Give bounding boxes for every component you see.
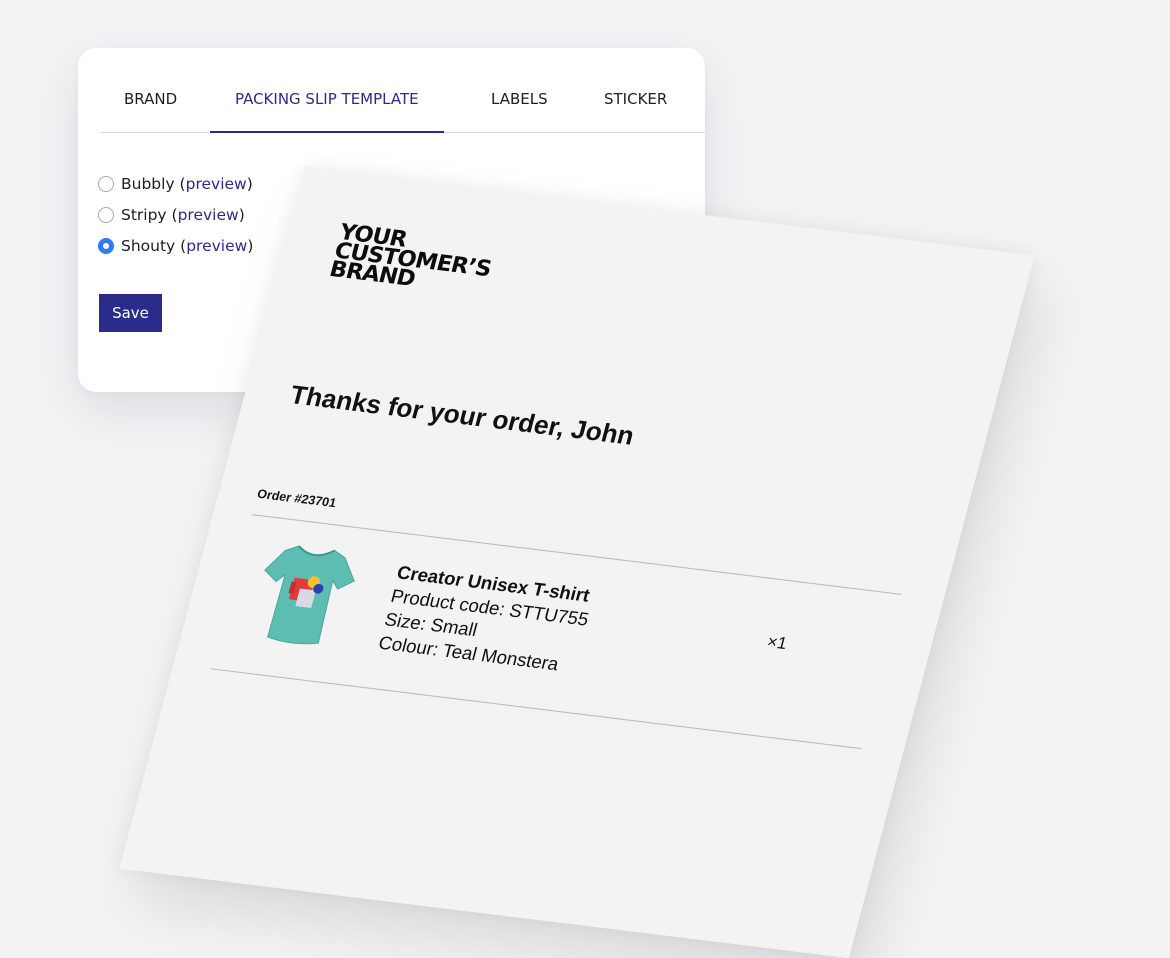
paren-open: ( [175, 236, 187, 255]
template-option-bubbly: Bubbly (preview) [98, 168, 253, 199]
brand-logo: YOUR CUSTOMER’S BRAND [327, 220, 498, 298]
preview-link-stripy[interactable]: preview [178, 206, 239, 224]
paren-close: ) [247, 236, 254, 255]
paren-close: ) [238, 205, 245, 224]
order-number: Order #23701 [255, 486, 338, 511]
radio-shouty[interactable] [98, 237, 114, 254]
template-name-bubbly: Bubbly [121, 174, 175, 193]
tab-packing-slip-template[interactable]: PACKING SLIP TEMPLATE [210, 48, 444, 133]
tab-brand[interactable]: BRAND [124, 48, 177, 132]
template-name-shouty: Shouty [121, 236, 176, 255]
template-name-stripy: Stripy [121, 205, 167, 224]
template-option-shouty: Shouty (preview) [98, 230, 253, 261]
radio-bubbly[interactable] [98, 175, 114, 192]
radio-stripy[interactable] [98, 206, 114, 223]
template-option-stripy: Stripy (preview) [98, 199, 253, 230]
tab-labels[interactable]: LABELS [491, 48, 548, 132]
tab-sticker[interactable]: STICKER [604, 48, 667, 132]
paren-open: ( [166, 205, 178, 224]
paren-close: ) [246, 174, 253, 193]
product-details: Creator Unisex T-shirt Product code: STT… [376, 561, 598, 679]
item-quantity: ×1 [765, 632, 790, 654]
paren-open: ( [174, 174, 186, 193]
divider [210, 668, 862, 750]
t-shirt-icon [264, 545, 355, 645]
order-greeting: Thanks for your order, John [287, 379, 638, 451]
preview-link-bubbly[interactable]: preview [186, 175, 247, 193]
save-button[interactable]: Save [99, 294, 162, 332]
template-options: Bubbly (preview) Stripy (preview) Shouty… [98, 168, 253, 261]
settings-tabs: BRAND PACKING SLIP TEMPLATE LABELS STICK… [100, 48, 705, 133]
preview-link-shouty[interactable]: preview [186, 237, 247, 255]
